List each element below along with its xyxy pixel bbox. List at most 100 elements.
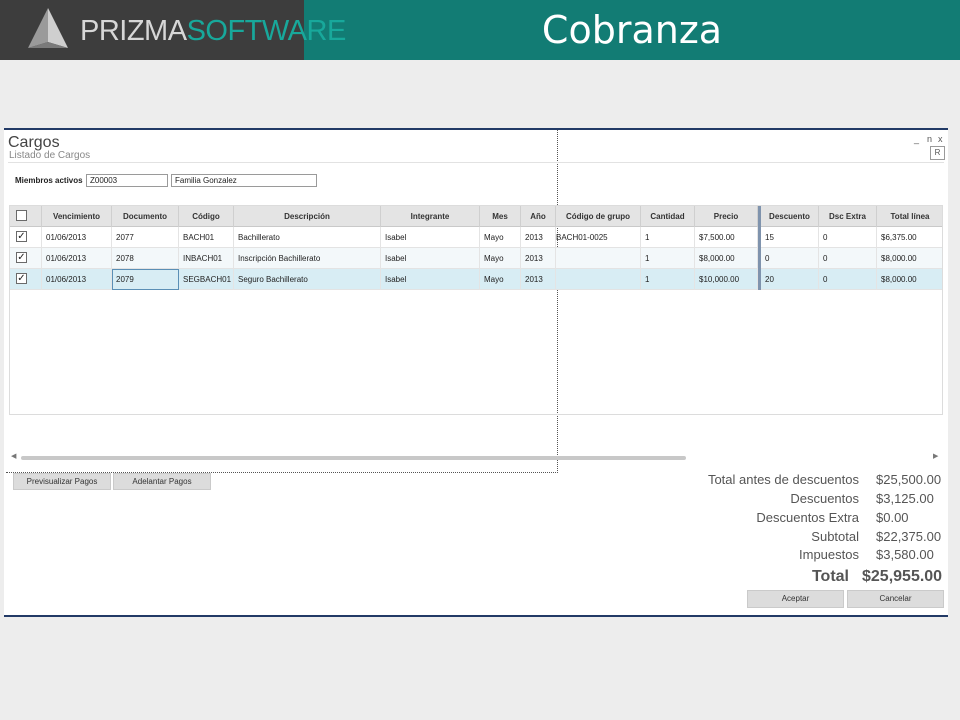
cell-mes[interactable]: Mayo [480, 227, 521, 248]
focused-cell-outline [112, 269, 179, 290]
cell-precio[interactable]: $8,000.00 [695, 248, 758, 269]
close-button[interactable]: x [938, 134, 943, 144]
header-dsc-extra[interactable]: Dsc Extra [819, 206, 877, 227]
header-anio[interactable]: Año [521, 206, 556, 227]
cell-cantidad[interactable]: 1 [641, 269, 695, 290]
header-select-all[interactable] [10, 206, 42, 227]
cell-mes[interactable]: Mayo [480, 248, 521, 269]
cell-cantidad[interactable]: 1 [641, 248, 695, 269]
header-codigo-grupo[interactable]: Código de grupo [556, 206, 641, 227]
cell-codigo[interactable]: BACH01 [179, 227, 234, 248]
restore-button[interactable]: n [927, 134, 932, 144]
subtotal-label: Subtotal [811, 529, 859, 544]
header-cantidad[interactable]: Cantidad [641, 206, 695, 227]
header-vencimiento[interactable]: Vencimiento [42, 206, 112, 227]
cell-codigo-grupo[interactable] [556, 269, 641, 290]
members-label: Miembros activos [15, 176, 83, 185]
table-row[interactable]: ✓ 01/06/2013 2078 INBACH01 Inscripción B… [10, 248, 942, 269]
cell-cantidad[interactable]: 1 [641, 227, 695, 248]
total-before-discounts-label: Total antes de descuentos [707, 472, 859, 487]
row-select-cell[interactable]: ✓ [10, 269, 42, 290]
select-all-checkbox[interactable] [16, 210, 27, 221]
cargos-dialog: Cargos Listado de Cargos _ n x R Miembro… [4, 128, 948, 617]
cell-codigo-grupo[interactable]: BACH01-0025 [556, 227, 641, 248]
grand-total-label: Total [811, 568, 849, 585]
cell-vencimiento[interactable]: 01/06/2013 [42, 269, 112, 290]
cell-total-linea[interactable]: $6,375.00 [877, 227, 942, 248]
cell-descuento[interactable]: 20 [761, 269, 819, 290]
subtotal-value: $22,375.00 [876, 529, 942, 544]
accept-button[interactable]: Aceptar [747, 590, 844, 608]
cell-anio[interactable]: 2013 [521, 227, 556, 248]
cell-documento[interactable]: 2077 [112, 227, 179, 248]
discounts-label: Descuentos [790, 491, 859, 506]
row-checkbox[interactable]: ✓ [16, 231, 27, 242]
header-total-linea[interactable]: Total línea [877, 206, 942, 227]
title-divider [8, 162, 944, 163]
row-select-cell[interactable]: ✓ [10, 227, 42, 248]
header-codigo[interactable]: Código [179, 206, 234, 227]
cell-total-linea[interactable]: $8,000.00 [877, 269, 942, 290]
member-name-field[interactable]: Familia Gonzalez [171, 174, 317, 187]
cell-descripcion[interactable]: Inscripción Bachillerato [234, 248, 381, 269]
cell-documento[interactable]: 2078 [112, 248, 179, 269]
grid-header-row: Vencimiento Documento Código Descripción… [10, 206, 942, 227]
frozen-column-divider [758, 206, 761, 290]
total-before-discounts-value: $25,500.00 [876, 472, 942, 487]
minimize-button[interactable]: _ [914, 134, 919, 144]
cell-integrante[interactable]: Isabel [381, 269, 480, 290]
cell-precio[interactable]: $7,500.00 [695, 227, 758, 248]
cell-descuento[interactable]: 0 [761, 248, 819, 269]
scroll-right-arrow-icon[interactable]: ▶ [933, 452, 938, 460]
taxes-label: Impuestos [799, 547, 859, 562]
cell-codigo-grupo[interactable] [556, 248, 641, 269]
header-descuento[interactable]: Descuento [761, 206, 819, 227]
row-select-cell[interactable]: ✓ [10, 248, 42, 269]
scrollbar-thumb[interactable] [21, 456, 686, 460]
header-precio[interactable]: Precio [695, 206, 758, 227]
logo-text-prizma: PRIZMA [80, 15, 187, 47]
dialog-subtitle: Listado de Cargos [9, 150, 91, 161]
cell-descripcion[interactable]: Bachillerato [234, 227, 381, 248]
cell-dsc-extra[interactable]: 0 [819, 248, 877, 269]
charges-grid: Vencimiento Documento Código Descripción… [9, 205, 943, 415]
logo: PRIZMASOFTWARE [0, 0, 346, 60]
horizontal-scrollbar[interactable]: ◀ ▶ [9, 452, 943, 462]
cell-integrante[interactable]: Isabel [381, 227, 480, 248]
header-descripcion[interactable]: Descripción [234, 206, 381, 227]
cancel-button[interactable]: Cancelar [847, 590, 944, 608]
extra-discounts-value: $0.00 [876, 510, 909, 525]
header-integrante[interactable]: Integrante [381, 206, 480, 227]
extra-discounts-label: Descuentos Extra [756, 510, 859, 525]
table-row[interactable]: ✓ 01/06/2013 2077 BACH01 Bachillerato Is… [10, 227, 942, 248]
preview-payments-button[interactable]: Previsualizar Pagos [13, 473, 111, 490]
member-code-field[interactable]: Z00003 [86, 174, 168, 187]
app-header: PRIZMASOFTWARE Cobranza [0, 0, 960, 60]
cell-anio[interactable]: 2013 [521, 269, 556, 290]
cell-codigo[interactable]: INBACH01 [179, 248, 234, 269]
cell-total-linea[interactable]: $8,000.00 [877, 248, 942, 269]
cell-descuento[interactable]: 15 [761, 227, 819, 248]
discounts-value: $3,125.00 [876, 491, 934, 506]
cell-anio[interactable]: 2013 [521, 248, 556, 269]
advance-payments-button[interactable]: Adelantar Pagos [113, 473, 211, 490]
row-checkbox[interactable]: ✓ [16, 252, 27, 263]
row-checkbox[interactable]: ✓ [16, 273, 27, 284]
r-button[interactable]: R [930, 146, 945, 160]
taxes-value: $3,580.00 [876, 547, 934, 562]
cell-mes[interactable]: Mayo [480, 269, 521, 290]
cell-vencimiento[interactable]: 01/06/2013 [42, 227, 112, 248]
cell-vencimiento[interactable]: 01/06/2013 [42, 248, 112, 269]
cell-descripcion[interactable]: Seguro Bachillerato [234, 269, 381, 290]
page-title: Cobranza [541, 8, 723, 52]
cell-integrante[interactable]: Isabel [381, 248, 480, 269]
pyramid-logo-icon [28, 8, 68, 48]
header-documento[interactable]: Documento [112, 206, 179, 227]
cell-dsc-extra[interactable]: 0 [819, 227, 877, 248]
cell-dsc-extra[interactable]: 0 [819, 269, 877, 290]
header-mes[interactable]: Mes [480, 206, 521, 227]
cell-codigo[interactable]: SEGBACH01 [179, 269, 234, 290]
cell-precio[interactable]: $10,000.00 [695, 269, 758, 290]
grand-total-value: $25,955.00 [862, 568, 943, 585]
scroll-left-arrow-icon[interactable]: ◀ [11, 452, 16, 460]
